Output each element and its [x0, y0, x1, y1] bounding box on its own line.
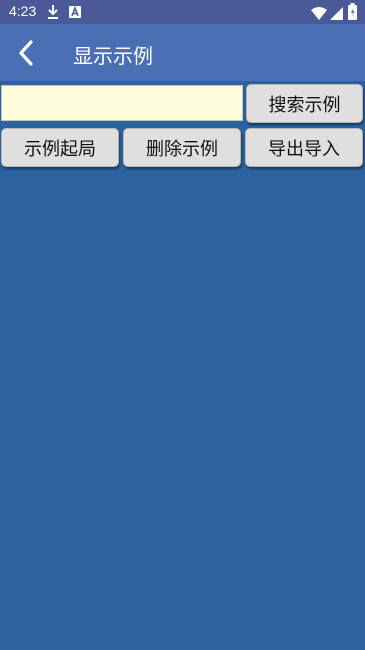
battery-icon — [348, 3, 357, 24]
app-bar: 显示示例 — [0, 24, 365, 81]
a-notification-icon — [68, 4, 82, 24]
search-button[interactable]: 搜索示例 — [246, 84, 363, 123]
search-input[interactable] — [1, 85, 243, 121]
page-title: 显示示例 — [73, 44, 153, 68]
export-import-button[interactable]: 导出导入 — [245, 128, 363, 167]
back-button[interactable] — [10, 36, 44, 70]
wifi-icon — [311, 5, 327, 24]
example-start-button[interactable]: 示例起局 — [1, 128, 119, 167]
download-icon — [46, 4, 60, 24]
chevron-left-icon — [10, 40, 44, 74]
cell-signal-icon — [330, 5, 343, 24]
status-bar: 4:23 — [0, 0, 365, 24]
delete-example-button[interactable]: 删除示例 — [123, 128, 241, 167]
status-time: 4:23 — [9, 3, 37, 19]
